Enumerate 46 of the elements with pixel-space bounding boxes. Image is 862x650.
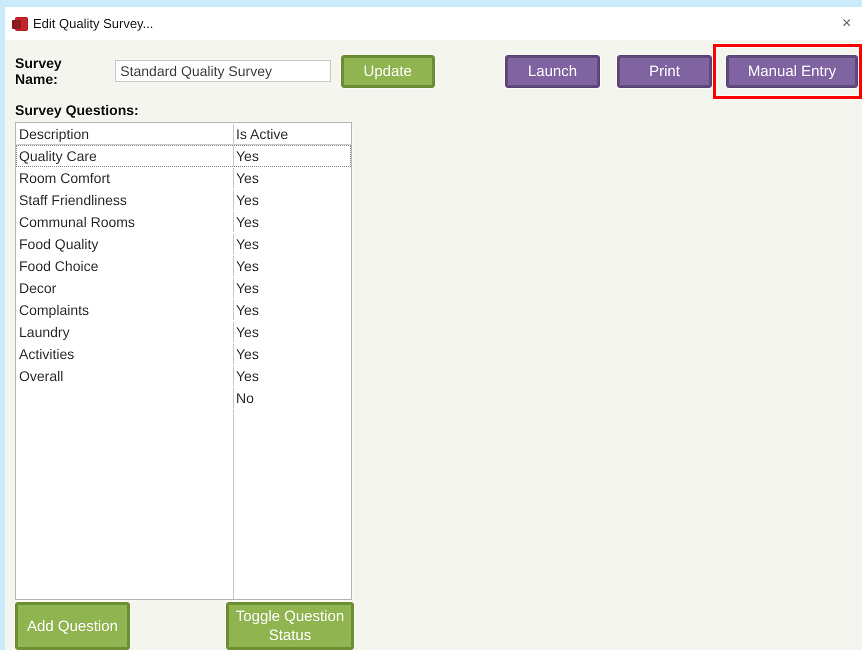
table-cell: Yes <box>236 214 259 230</box>
table-cell: Quality Care <box>19 148 97 164</box>
table-cell: Yes <box>236 236 259 252</box>
table-row[interactable]: Room Comfort Yes <box>16 167 351 189</box>
table-cell: Communal Rooms <box>19 214 135 230</box>
survey-name-field[interactable]: Standard Quality Survey <box>115 60 331 82</box>
table-row[interactable]: Communal Rooms Yes <box>16 211 351 233</box>
table-row[interactable]: Staff Friendliness Yes <box>16 189 351 211</box>
table-cell: Complaints <box>19 302 90 318</box>
column-header: Description <box>17 124 234 144</box>
section-title: Survey Questions: <box>15 102 140 118</box>
table-cell: Yes <box>236 280 259 296</box>
table-cell: Yes <box>236 368 259 384</box>
column-header: Is Active <box>235 125 290 144</box>
table-row[interactable]: Food Choice Yes <box>16 255 351 277</box>
table-cell: No <box>236 390 254 406</box>
table-row[interactable]: Decor Yes <box>16 277 351 299</box>
table-row[interactable]: No <box>16 387 351 409</box>
table-cell: Yes <box>236 148 259 164</box>
table-row[interactable]: Complaints Yes <box>16 299 351 321</box>
action-button[interactable]: Manual Entry <box>726 54 858 88</box>
table-cell: Yes <box>236 302 259 318</box>
table-cell: Food Quality <box>19 236 98 252</box>
table-row[interactable]: Overall Yes <box>16 365 351 387</box>
table-cell: Food Choice <box>19 258 98 274</box>
window-title: Edit Quality Survey... <box>33 16 154 31</box>
action-button[interactable]: Launch <box>505 54 600 88</box>
table-cell: Yes <box>236 192 259 208</box>
table-cell: Staff Friendliness <box>19 192 127 208</box>
table-cell: Yes <box>236 346 259 362</box>
table-cell: Overall <box>19 368 64 384</box>
table-row[interactable]: Activities Yes <box>16 343 351 365</box>
table-cell: Decor <box>19 280 56 296</box>
close-button[interactable]: × <box>842 14 862 32</box>
table-cell: Activities <box>19 346 74 362</box>
table-cell: Room Comfort <box>19 170 110 186</box>
table-cell: Yes <box>236 170 259 186</box>
app-icon <box>11 16 29 32</box>
table-cell: Yes <box>236 258 259 274</box>
survey-name-label: Survey Name: <box>15 55 63 87</box>
table-row[interactable]: Quality Care Yes <box>16 145 351 167</box>
table-cell: Laundry <box>19 324 70 340</box>
action-button[interactable]: Print <box>617 54 712 88</box>
table-cell: Yes <box>236 324 259 340</box>
table-row[interactable]: Food Quality Yes <box>16 233 351 255</box>
table-row[interactable]: Laundry Yes <box>16 321 351 343</box>
